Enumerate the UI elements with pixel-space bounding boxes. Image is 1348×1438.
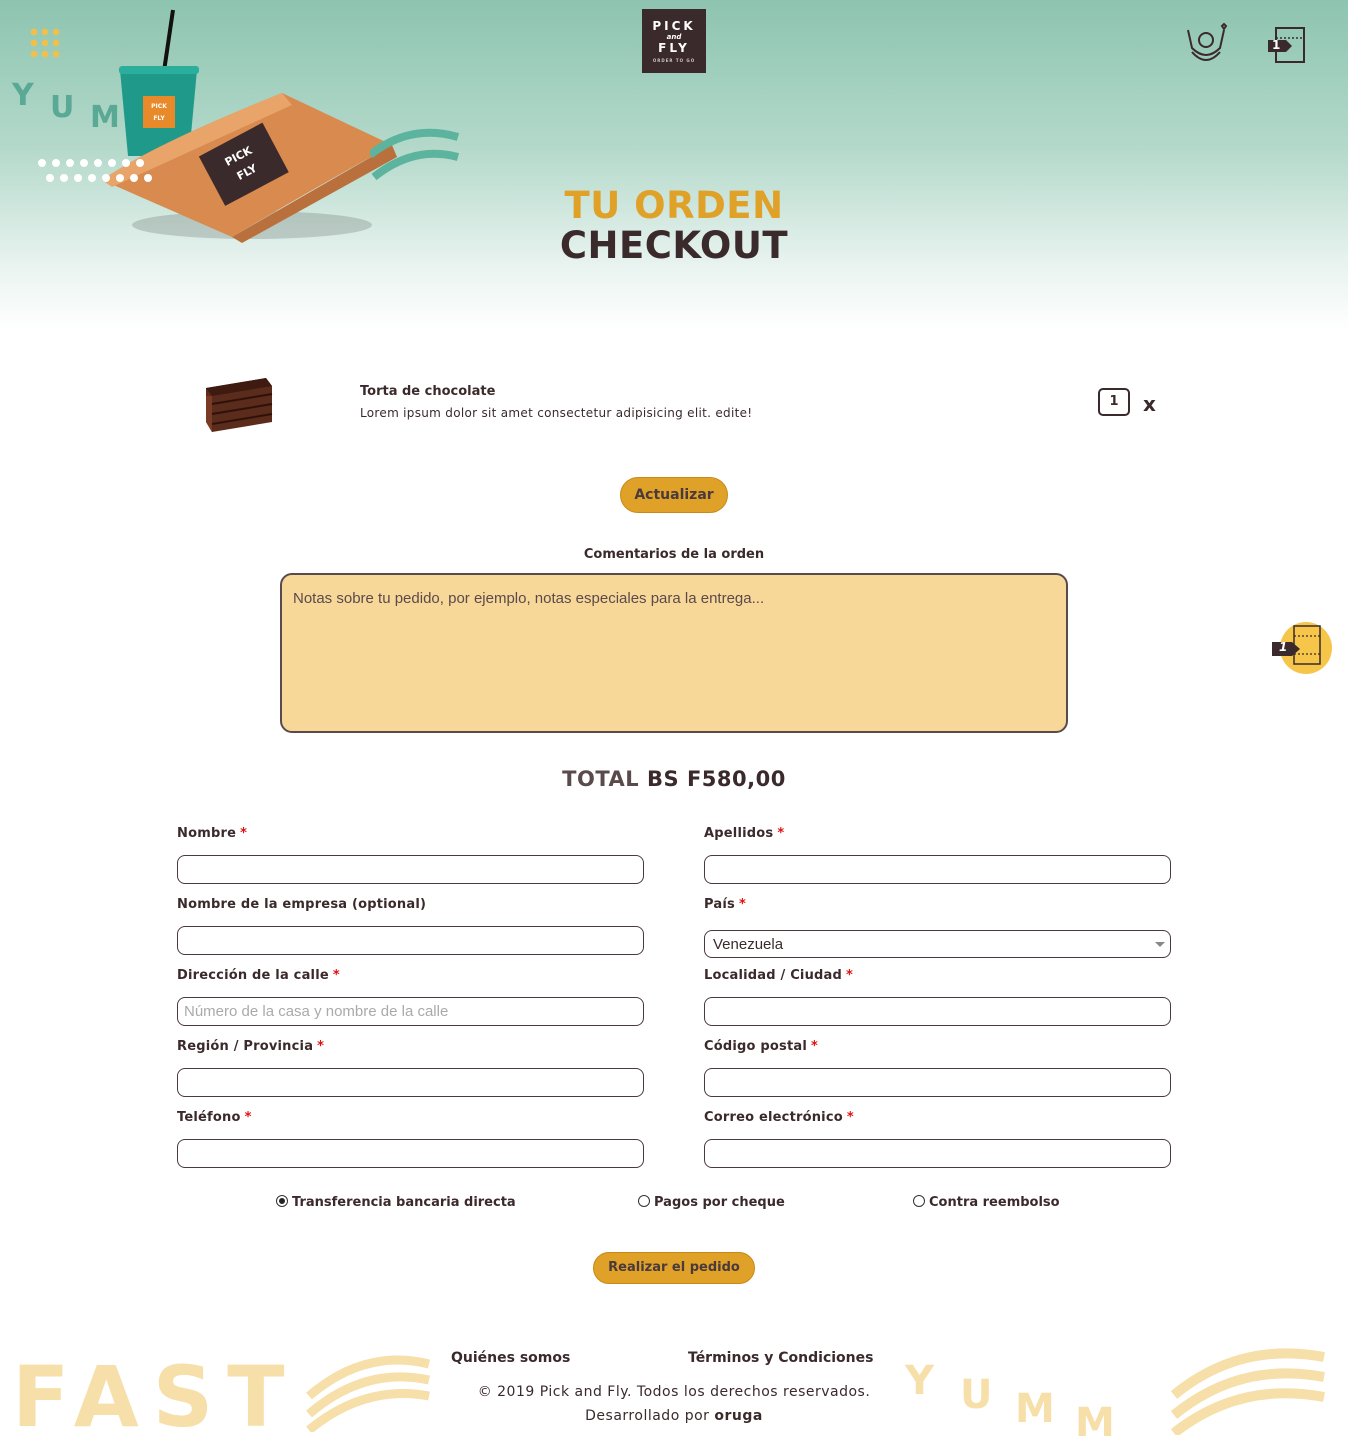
street-label-text: Dirección de la calle bbox=[177, 968, 329, 983]
logo-text-pick: PICK bbox=[652, 19, 696, 33]
payment-option-bank-transfer[interactable]: Transferencia bancaria directa bbox=[276, 1195, 516, 1210]
street-label: Dirección de la calle * bbox=[177, 968, 340, 983]
required-marker: * bbox=[811, 1039, 819, 1054]
company-field[interactable] bbox=[177, 926, 644, 955]
region-field[interactable] bbox=[177, 1068, 644, 1097]
header-cart-button[interactable]: 1 bbox=[1268, 26, 1308, 70]
required-marker: * bbox=[317, 1039, 325, 1054]
cart-item-description: Lorem ipsum dolor sit amet consectetur a… bbox=[360, 406, 753, 420]
city-label: Localidad / Ciudad * bbox=[704, 968, 853, 983]
cart-item-name: Torta de chocolate bbox=[360, 384, 496, 399]
header-cart-count: 1 bbox=[1272, 38, 1281, 52]
postal-code-label: Código postal * bbox=[704, 1039, 818, 1054]
city-label-text: Localidad / Ciudad bbox=[704, 968, 843, 983]
phone-label: Teléfono * bbox=[177, 1110, 252, 1125]
country-selected-value: Venezuela bbox=[713, 936, 784, 953]
order-comments-label: Comentarios de la orden bbox=[583, 547, 765, 562]
floating-cart-count: 1 bbox=[1279, 640, 1288, 654]
first-name-label-text: Nombre bbox=[177, 826, 237, 841]
phone-label-text: Teléfono bbox=[177, 1110, 241, 1125]
required-marker: * bbox=[244, 1110, 252, 1125]
yumm-letter-m: M bbox=[1015, 1386, 1055, 1432]
last-name-label-text: Apellidos bbox=[704, 826, 774, 841]
total-label: TOTAL bbox=[562, 767, 640, 791]
chef-user-icon[interactable] bbox=[1182, 22, 1230, 66]
footer-copyright: © 2019 Pick and Fly. Todos los derechos … bbox=[477, 1384, 871, 1400]
page-title-line2: CHECKOUT bbox=[559, 224, 789, 267]
email-label-text: Correo electrónico bbox=[704, 1110, 843, 1125]
logo-tagline: ORDER TO GO bbox=[652, 58, 696, 63]
payment-option-cash-on-delivery[interactable]: Contra reembolso bbox=[913, 1195, 1060, 1210]
required-marker: * bbox=[777, 826, 785, 841]
order-comments-textarea[interactable]: Notas sobre tu pedido, por ejemplo, nota… bbox=[280, 573, 1068, 733]
email-label: Correo electrónico * bbox=[704, 1110, 854, 1125]
floating-cart-button[interactable]: 1 bbox=[1270, 620, 1334, 682]
country-select[interactable]: Venezuela bbox=[704, 930, 1171, 958]
chocolate-cake-image bbox=[206, 378, 273, 432]
teal-swoosh-decoration bbox=[370, 128, 460, 181]
first-name-field[interactable] bbox=[177, 855, 644, 884]
required-marker: * bbox=[240, 826, 248, 841]
developer-prefix: Desarrollado por bbox=[585, 1408, 710, 1424]
radio-button[interactable] bbox=[913, 1195, 925, 1207]
required-marker: * bbox=[846, 968, 854, 983]
order-total: TOTAL BS F580,00 bbox=[0, 767, 1348, 791]
company-label: Nombre de la empresa (optional) bbox=[177, 897, 427, 912]
white-dots-decoration bbox=[38, 159, 152, 182]
region-label-text: Región / Provincia bbox=[177, 1039, 314, 1054]
logo-text-and: and bbox=[666, 33, 682, 41]
radio-button-selected[interactable] bbox=[276, 1195, 288, 1207]
page-title-line1: TU ORDEN bbox=[564, 184, 784, 227]
country-label: País * bbox=[704, 897, 746, 912]
payment-option-cheque[interactable]: Pagos por cheque bbox=[638, 1195, 785, 1210]
footer-link-about[interactable]: Quiénes somos bbox=[451, 1350, 570, 1366]
yumm-letter-u: U bbox=[960, 1372, 993, 1418]
logo-text-fly: FLY bbox=[658, 41, 690, 55]
region-label: Región / Provincia * bbox=[177, 1039, 324, 1054]
page-title: TU ORDEN CHECKOUT bbox=[0, 186, 1348, 266]
quantity-input[interactable]: 1 bbox=[1098, 388, 1130, 416]
last-name-label: Apellidos * bbox=[704, 826, 784, 841]
yumm-letter-y: Y bbox=[12, 78, 34, 113]
phone-field[interactable] bbox=[177, 1139, 644, 1168]
pick-and-fly-logo[interactable]: PICK and FLY ORDER TO GO bbox=[642, 9, 706, 73]
yumm-footer-decoration: Y U M M bbox=[905, 1358, 1145, 1438]
yumm-letter-m: M bbox=[1075, 1400, 1115, 1438]
payment-option-label: Pagos por cheque bbox=[654, 1195, 785, 1210]
email-field[interactable] bbox=[704, 1139, 1171, 1168]
developer-link[interactable]: oruga bbox=[714, 1408, 762, 1424]
update-cart-button[interactable]: Actualizar bbox=[620, 477, 728, 513]
required-marker: * bbox=[738, 897, 746, 912]
first-name-label: Nombre * bbox=[177, 826, 247, 841]
required-marker: * bbox=[846, 1110, 854, 1125]
footer-developer-credit: Desarrollado por oruga bbox=[0, 1408, 1348, 1424]
footer-link-terms[interactable]: Términos y Condiciones bbox=[688, 1350, 873, 1366]
street-field[interactable]: Número de la casa y nombre de la calle bbox=[177, 997, 644, 1026]
radio-button[interactable] bbox=[638, 1195, 650, 1207]
required-marker: * bbox=[332, 968, 340, 983]
place-order-button[interactable]: Realizar el pedido bbox=[593, 1252, 755, 1284]
yumm-letter-u: U bbox=[50, 90, 75, 125]
country-label-text: País bbox=[704, 897, 735, 912]
dots-grid-decoration bbox=[30, 28, 60, 58]
yumm-letter-y: Y bbox=[905, 1358, 934, 1404]
payment-option-label: Contra reembolso bbox=[929, 1195, 1060, 1210]
postal-code-field[interactable] bbox=[704, 1068, 1171, 1097]
city-field[interactable] bbox=[704, 997, 1171, 1026]
postal-code-label-text: Código postal bbox=[704, 1039, 808, 1054]
remove-item-button[interactable]: x bbox=[1143, 394, 1156, 414]
payment-option-label: Transferencia bancaria directa bbox=[292, 1195, 516, 1210]
last-name-field[interactable] bbox=[704, 855, 1171, 884]
total-value: BS F580,00 bbox=[647, 767, 786, 791]
chevron-down-icon bbox=[1155, 942, 1165, 947]
yellow-swoosh-decoration bbox=[1170, 1348, 1325, 1435]
